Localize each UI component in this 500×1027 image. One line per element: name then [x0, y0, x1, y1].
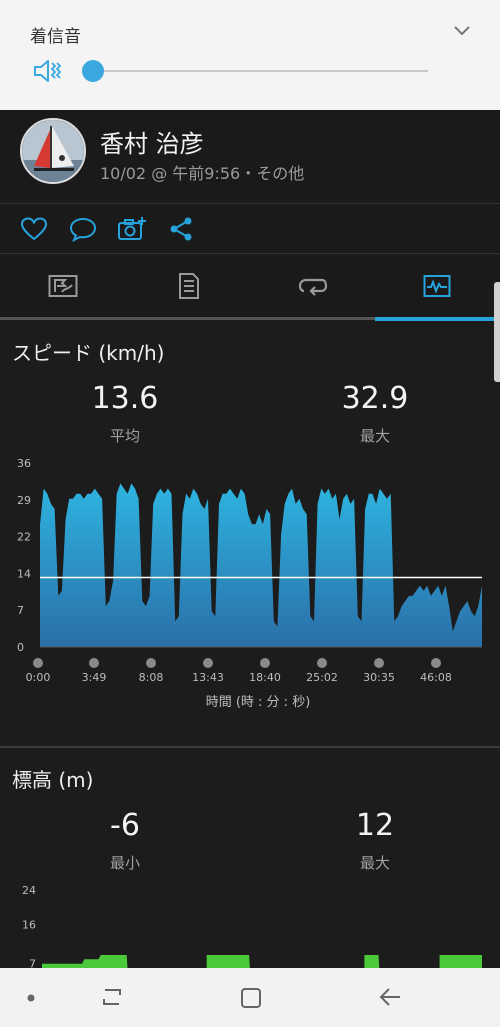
speed-area [40, 483, 482, 647]
x-tick-dot [260, 658, 270, 668]
details-list-icon [179, 273, 199, 299]
tab-laps[interactable] [250, 254, 375, 320]
x-tick-dot [203, 658, 213, 668]
x-tick-dot [374, 658, 384, 668]
x-tick-label: 46:08 [420, 671, 452, 684]
volume-slider-track[interactable] [92, 70, 428, 72]
laps-loop-icon [298, 278, 328, 296]
x-tick-dot [317, 658, 327, 668]
elevation-area [42, 955, 482, 968]
y-tick-label: 14 [17, 567, 31, 580]
comment-icon[interactable] [69, 216, 97, 242]
x-tick-label: 0:00 [26, 671, 51, 684]
scrollbar-handle[interactable] [494, 282, 500, 382]
activity-meta: 10/02 @ 午前9:56・その他 [100, 164, 305, 183]
x-tick-label: 13:43 [192, 671, 224, 684]
y-tick-label: 0 [17, 641, 24, 654]
elevation-chart: 24 16 7 [22, 884, 482, 968]
x-tick-dot [33, 658, 43, 668]
share-icon[interactable] [168, 216, 196, 242]
camera-add-icon[interactable] [117, 216, 147, 242]
home-icon[interactable] [239, 986, 263, 1010]
x-tick-dot [431, 658, 441, 668]
y-tick-label: 22 [17, 531, 31, 544]
volume-panel: 着信音 [0, 0, 500, 110]
chevron-down-icon[interactable] [452, 22, 472, 38]
dot-icon [27, 994, 35, 1002]
avatar[interactable] [20, 118, 86, 184]
volume-slider-thumb[interactable] [82, 60, 104, 82]
volume-title: 着信音 [30, 27, 81, 47]
social-actions [0, 204, 500, 254]
x-tick-label: 30:35 [363, 671, 395, 684]
y-tick-label: 7 [29, 958, 36, 968]
back-icon[interactable] [378, 986, 402, 1008]
speed-chart: 36 29 22 14 7 0 0:00 3:49 8:08 13:43 18:40 25:02 30:… [17, 457, 482, 684]
x-tick-label: 3:49 [82, 671, 107, 684]
activity-header: 香村 治彦 10/02 @ 午前9:56・その他 [0, 110, 500, 204]
map-flag-icon [48, 275, 78, 297]
tab-details[interactable] [125, 254, 250, 320]
athlete-name: 香村 治彦 [100, 130, 204, 158]
y-tick-label: 36 [17, 457, 31, 470]
speed-section: スピード (km/h) 13.6 平均 32.9 最大 36 29 22 14 7 0 0:… [0, 321, 500, 746]
speed-x-label: 時間 (時 : 分 : 秒) [205, 695, 311, 710]
activity-tabs [0, 254, 500, 320]
system-nav-bar [0, 968, 500, 1027]
recent-apps-icon[interactable] [100, 986, 124, 1008]
tab-map[interactable] [0, 254, 125, 320]
y-tick-label: 7 [17, 604, 24, 617]
heart-icon[interactable] [20, 216, 48, 242]
chart-icon [423, 275, 451, 297]
x-tick-dot [146, 658, 156, 668]
y-tick-label: 16 [22, 919, 36, 932]
x-tick-label: 25:02 [306, 671, 338, 684]
x-tick-label: 8:08 [139, 671, 164, 684]
y-tick-label: 24 [22, 884, 36, 897]
elevation-section: 標高 (m) -6 最小 12 最大 24 16 7 [0, 748, 500, 968]
speaker-vibrate-icon[interactable] [32, 56, 64, 86]
y-tick-label: 29 [17, 494, 31, 507]
tab-charts[interactable] [375, 254, 500, 320]
x-tick-label: 18:40 [249, 671, 281, 684]
x-tick-dot [89, 658, 99, 668]
